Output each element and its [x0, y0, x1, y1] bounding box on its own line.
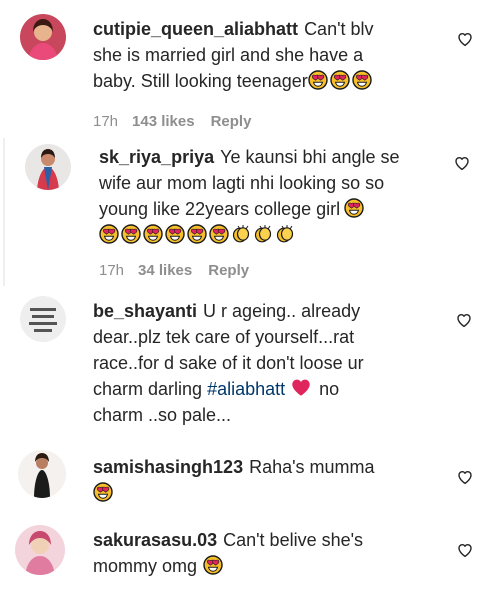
comment-line: dear..plz tek care of yourself...rat — [93, 327, 355, 347]
comment-1: cutipie_queen_aliabhatt Can't blv she is … — [0, 0, 480, 140]
likes-count[interactable]: 34 likes — [138, 262, 192, 279]
comment-line: charm ..so pale... — [93, 405, 232, 425]
heart-eyes-emoji-icon — [93, 482, 113, 502]
comment-text: sakurasasu.03 Can't belive she's mommy om… — [93, 527, 453, 579]
comment-line: young like 22years college girl — [99, 199, 341, 219]
clapping-hands-emoji-icon — [253, 224, 273, 244]
avatar-image — [18, 450, 66, 498]
hashtag-link[interactable]: #aliabhatt — [207, 379, 285, 399]
reply-button[interactable]: Reply — [211, 113, 252, 130]
heart-eyes-emoji-icon — [143, 224, 163, 244]
heart-eyes-emoji-icon — [330, 70, 350, 90]
comment-line: mommy omg — [93, 556, 198, 576]
avatar[interactable] — [20, 296, 66, 342]
comment-4: samishasingh123 Raha's mumma — [0, 440, 480, 510]
comment-username[interactable]: samishasingh123 — [93, 457, 243, 477]
comment-line: Can't belive she's — [223, 530, 364, 550]
comment-line: U r ageing.. already — [203, 301, 361, 321]
heart-outline-icon[interactable] — [456, 541, 474, 559]
comment-username[interactable]: sk_riya_priya — [99, 147, 214, 167]
heart-outline-icon[interactable] — [453, 154, 471, 172]
comment-username[interactable]: cutipie_queen_aliabhatt — [93, 19, 298, 39]
avatar[interactable] — [15, 525, 65, 575]
heart-outline-icon[interactable] — [456, 30, 474, 48]
comment-line: Ye kaunsi bhi angle se — [220, 147, 400, 167]
comment-line: Can't blv — [304, 19, 374, 39]
comment-line: baby. Still looking teenager — [93, 71, 308, 91]
comment-text: be_shayanti U r ageing.. already dear..pl… — [93, 298, 453, 428]
heart-outline-icon[interactable] — [455, 311, 473, 329]
likes-count[interactable]: 143 likes — [132, 113, 195, 130]
heart-eyes-emoji-icon — [308, 70, 328, 90]
comment-line: charm darling — [93, 379, 203, 399]
comment-3: be_shayanti U r ageing.. already dear..pl… — [0, 290, 480, 440]
heart-eyes-emoji-icon — [352, 70, 372, 90]
heart-eyes-emoji-icon — [121, 224, 141, 244]
comment-meta: 17h 34 likes Reply — [99, 262, 265, 279]
heart-outline-icon[interactable] — [456, 468, 474, 486]
heart-eyes-emoji-icon — [99, 224, 119, 244]
comment-meta: 17h 143 likes Reply — [93, 113, 267, 130]
avatar-image — [20, 14, 66, 60]
comment-time: 17h — [99, 262, 125, 279]
clapping-hands-emoji-icon — [231, 224, 251, 244]
heart-eyes-emoji-icon — [165, 224, 185, 244]
heart-eyes-emoji-icon — [209, 224, 229, 244]
comment-line: Raha's mumma — [249, 457, 375, 477]
avatar-image — [20, 296, 66, 342]
reply-button[interactable]: Reply — [208, 262, 249, 279]
comment-2: sk_riya_priya Ye kaunsi bhi angle se wife… — [0, 140, 480, 290]
comment-line: race..for d sake of it don't loose ur — [93, 353, 364, 373]
heart-eyes-emoji-icon — [344, 198, 364, 218]
comment-line: wife aur mom lagti nhi looking so so — [99, 173, 385, 193]
heart-eyes-emoji-icon — [187, 224, 207, 244]
comment-line: she is married girl and she have a — [93, 45, 364, 65]
comment-time: 17h — [93, 113, 119, 130]
heart-eyes-emoji-icon — [203, 555, 223, 575]
avatar-image — [15, 525, 65, 575]
comment-username[interactable]: be_shayanti — [93, 301, 197, 321]
avatar[interactable] — [25, 144, 71, 190]
clapping-hands-emoji-icon — [275, 224, 295, 244]
emoji-group — [99, 225, 297, 245]
emoji-group — [308, 71, 374, 91]
avatar[interactable] — [18, 450, 66, 498]
comment-username[interactable]: sakurasasu.03 — [93, 530, 217, 550]
comment-5: sakurasasu.03 Can't belive she's mommy om… — [0, 515, 480, 595]
red-heart-emoji-icon — [290, 376, 312, 398]
comment-text: sk_riya_priya Ye kaunsi bhi angle se wife… — [99, 144, 449, 248]
avatar-image — [25, 144, 71, 190]
comment-text: cutipie_queen_aliabhatt Can't blv she is … — [93, 16, 453, 94]
comment-line: no — [319, 379, 340, 399]
comment-text: samishasingh123 Raha's mumma — [93, 454, 453, 506]
avatar[interactable] — [20, 14, 66, 60]
